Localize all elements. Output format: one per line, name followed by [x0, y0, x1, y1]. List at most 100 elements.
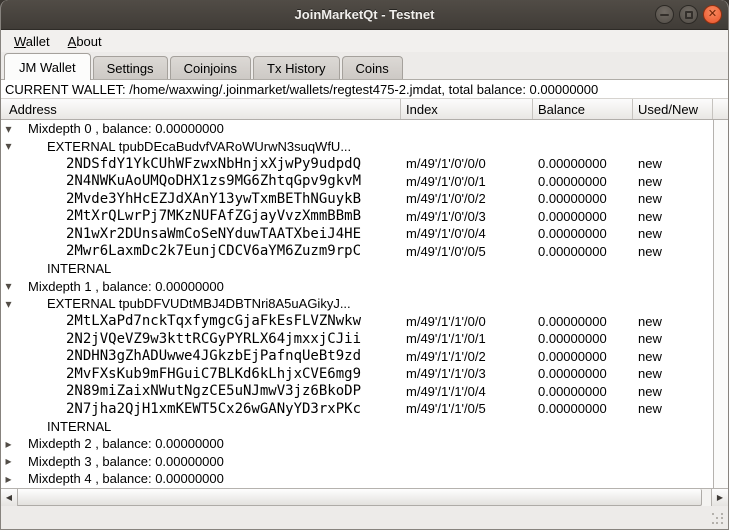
- collapse-arrow-icon[interactable]: ▾: [1, 123, 16, 135]
- horizontal-scroll-thumb[interactable]: [18, 489, 702, 506]
- collapse-arrow-icon[interactable]: ▾: [1, 298, 16, 310]
- tree-row[interactable]: 2N4NWKuAoUMQoDHX1zs9MG6ZhtqGpv9gkvM m/49…: [1, 173, 713, 191]
- column-header-balance[interactable]: Balance: [533, 99, 633, 119]
- horizontal-scroll-track[interactable]: [18, 489, 711, 506]
- tree-row[interactable]: ▸ Mixdepth 3 , balance: 0.00000000: [1, 453, 713, 471]
- maximize-icon: [685, 11, 693, 19]
- cell-balance: 0.00000000: [538, 191, 607, 206]
- maximize-button[interactable]: [679, 5, 698, 24]
- scroll-right-button[interactable]: ▶: [711, 489, 728, 506]
- cell-address: Mixdepth 0 , balance: 0.00000000: [1, 121, 224, 136]
- cell-address: 2Mwr6LaxmDc2k7EunjCDCV6aYM6Zuzm9rpC: [1, 243, 361, 259]
- cell-address: 2NDSfdY1YkCUhWFzwxNbHnjxXjwPy9udpdQ: [1, 156, 361, 172]
- cell-index: m/49'/1'/0'/0/1: [406, 174, 486, 189]
- tab-coinjoins[interactable]: Coinjoins: [170, 56, 251, 79]
- column-header-corner: [713, 99, 728, 119]
- vertical-scrollbar[interactable]: [713, 120, 728, 488]
- cell-balance: 0.00000000: [538, 226, 607, 241]
- window-controls: ✕: [655, 5, 722, 24]
- tree-row[interactable]: ▾ Mixdepth 0 , balance: 0.00000000: [1, 120, 713, 138]
- cell-status: new: [638, 209, 662, 224]
- cell-status: new: [638, 366, 662, 381]
- minimize-icon: [660, 14, 669, 16]
- cell-status: new: [638, 401, 662, 416]
- tab-tx-history[interactable]: Tx History: [253, 56, 340, 79]
- tree-row[interactable]: 2MtXrQLwrPj7MKzNUFAfZGjayVvzXmmBBmB m/49…: [1, 208, 713, 226]
- scroll-left-icon: ◀: [6, 493, 12, 502]
- column-header-address[interactable]: Address: [1, 99, 401, 119]
- tab-settings[interactable]: Settings: [93, 56, 168, 79]
- tab-coins[interactable]: Coins: [342, 56, 403, 79]
- cell-balance: 0.00000000: [538, 366, 607, 381]
- cell-status: new: [638, 156, 662, 171]
- cell-address: 2MtLXaPd7nckTqxfymgcGjaFkEsFLVZNwkw: [1, 313, 361, 329]
- cell-status: new: [638, 191, 662, 206]
- collapse-arrow-icon[interactable]: ▾: [1, 140, 16, 152]
- expand-arrow-icon[interactable]: ▸: [1, 473, 16, 485]
- tree-row[interactable]: ▾ EXTERNAL tpubDFVUDtMBJ4DBTNri8A5uAGiky…: [1, 295, 713, 313]
- cell-address: INTERNAL: [1, 261, 111, 276]
- cell-address: EXTERNAL tpubDEcaBudvfVARoWUrwN3suqWfU..…: [1, 139, 351, 154]
- statusbar: [1, 506, 728, 529]
- scroll-left-button[interactable]: ◀: [1, 489, 18, 506]
- tree-row[interactable]: 2N1wXr2DUnsaWmCoSeNYduwTAATXbeiJ4HE m/49…: [1, 225, 713, 243]
- tree-row[interactable]: 2NDHN3gZhADUwwe4JGkzbEjPafnqUeBt9zd m/49…: [1, 348, 713, 366]
- column-header-index[interactable]: Index: [401, 99, 533, 119]
- cell-address: EXTERNAL tpubDFVUDtMBJ4DBTNri8A5uAGikyJ.…: [1, 296, 351, 311]
- horizontal-scrollbar: ◀ ▶: [1, 488, 728, 506]
- tree-row[interactable]: 2N7jha2QjH1xmKEWT5Cx26wGANyYD3rxPKc m/49…: [1, 400, 713, 418]
- tree-row[interactable]: ▾ EXTERNAL tpubDEcaBudvfVARoWUrwN3suqWfU…: [1, 138, 713, 156]
- cell-address: 2N7jha2QjH1xmKEWT5Cx26wGANyYD3rxPKc: [1, 401, 361, 417]
- cell-status: new: [638, 314, 662, 329]
- cell-status: new: [638, 226, 662, 241]
- expand-arrow-icon[interactable]: ▸: [1, 438, 16, 450]
- resize-grip-icon[interactable]: [712, 513, 725, 526]
- cell-balance: 0.00000000: [538, 384, 607, 399]
- menu-item-wallet[interactable]: Wallet: [5, 32, 59, 51]
- tree-row[interactable]: 2Mwr6LaxmDc2k7EunjCDCV6aYM6Zuzm9rpC m/49…: [1, 243, 713, 261]
- tree-row[interactable]: INTERNAL: [1, 260, 713, 278]
- tree-row[interactable]: 2MtLXaPd7nckTqxfymgcGjaFkEsFLVZNwkw m/49…: [1, 313, 713, 331]
- menu-item-about-label: About: [68, 34, 102, 49]
- tab-jm-wallet[interactable]: JM Wallet: [4, 53, 91, 80]
- menu-item-about[interactable]: About: [59, 32, 111, 51]
- cell-address: 2MvFXsKub9mFHGuiC7BLKd6kLhjxCVE6mg9: [1, 366, 361, 382]
- cell-status: new: [638, 174, 662, 189]
- cell-status: new: [638, 331, 662, 346]
- tree-row[interactable]: ▸ Mixdepth 2 , balance: 0.00000000: [1, 435, 713, 453]
- cell-status: new: [638, 244, 662, 259]
- cell-balance: 0.00000000: [538, 314, 607, 329]
- cell-index: m/49'/1'/0'/0/0: [406, 156, 486, 171]
- tree-row[interactable]: 2N2jVQeVZ9w3kttRCGyPYRLX64jmxxjCJii m/49…: [1, 330, 713, 348]
- tree-row[interactable]: 2NDSfdY1YkCUhWFzwxNbHnjxXjwPy9udpdQ m/49…: [1, 155, 713, 173]
- tree-row[interactable]: 2Mvde3YhHcEZJdXAnY13ywTxmBEThNGuykB m/49…: [1, 190, 713, 208]
- tree-row[interactable]: 2N89miZaixNWutNgzCE5uNJmwV3jz6BkoDP m/49…: [1, 383, 713, 401]
- tree-row[interactable]: ▸ Mixdepth 4 , balance: 0.00000000: [1, 470, 713, 488]
- cell-index: m/49'/1'/0'/0/4: [406, 226, 486, 241]
- tree-row[interactable]: 2MvFXsKub9mFHGuiC7BLKd6kLhjxCVE6mg9 m/49…: [1, 365, 713, 383]
- collapse-arrow-icon[interactable]: ▾: [1, 280, 16, 292]
- cell-address: 2N89miZaixNWutNgzCE5uNJmwV3jz6BkoDP: [1, 383, 361, 399]
- cell-status: new: [638, 384, 662, 399]
- app-window: JoinMarketQt - Testnet ✕ Wallet About JM…: [0, 0, 729, 530]
- scroll-right-icon: ▶: [717, 493, 723, 502]
- cell-address: Mixdepth 2 , balance: 0.00000000: [1, 436, 224, 451]
- close-button[interactable]: ✕: [703, 5, 722, 24]
- cell-address: 2N2jVQeVZ9w3kttRCGyPYRLX64jmxxjCJii: [1, 331, 361, 347]
- cell-status: new: [638, 349, 662, 364]
- tree-row[interactable]: ▾ Mixdepth 1 , balance: 0.00000000: [1, 278, 713, 296]
- cell-address: 2Mvde3YhHcEZJdXAnY13ywTxmBEThNGuykB: [1, 191, 361, 207]
- titlebar[interactable]: JoinMarketQt - Testnet ✕: [1, 0, 728, 30]
- cell-balance: 0.00000000: [538, 331, 607, 346]
- cell-balance: 0.00000000: [538, 401, 607, 416]
- column-header-used-new[interactable]: Used/New: [633, 99, 713, 119]
- window-title: JoinMarketQt - Testnet: [295, 7, 435, 22]
- minimize-button[interactable]: [655, 5, 674, 24]
- cell-index: m/49'/1'/0'/0/5: [406, 244, 486, 259]
- cell-index: m/49'/1'/1'/0/5: [406, 401, 486, 416]
- cell-index: m/49'/1'/1'/0/2: [406, 349, 486, 364]
- expand-arrow-icon[interactable]: ▸: [1, 455, 16, 467]
- tree-row[interactable]: INTERNAL: [1, 418, 713, 436]
- cell-address: INTERNAL: [1, 419, 111, 434]
- cell-balance: 0.00000000: [538, 156, 607, 171]
